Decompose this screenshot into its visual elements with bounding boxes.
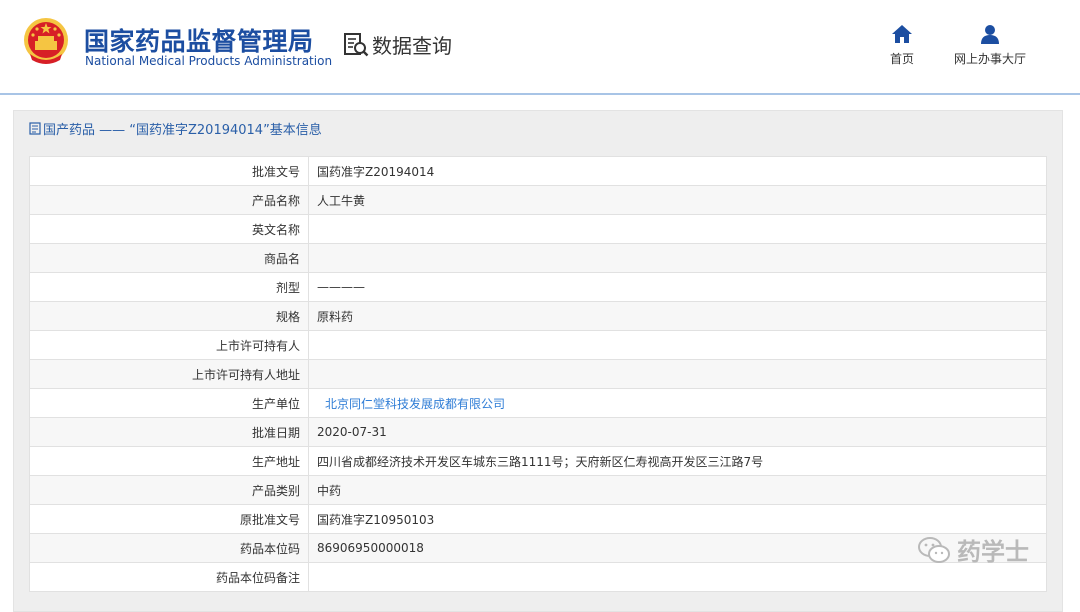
- drug-info-panel: 国产药品 —— “国药准字Z20194014”基本信息 批准文号 国药准字Z201…: [13, 110, 1063, 612]
- table-row: 批准文号 国药准字Z20194014: [29, 156, 1047, 186]
- field-label: 产品类别: [29, 475, 309, 505]
- field-label: 生产单位: [29, 388, 309, 418]
- table-row: 商品名: [29, 243, 1047, 273]
- field-value: 2020-07-31: [308, 417, 1047, 447]
- nav-home[interactable]: 首页: [884, 24, 920, 67]
- brand-subtitle: National Medical Products Administration: [85, 54, 333, 68]
- manufacturer-link[interactable]: 北京同仁堂科技发展成都有限公司: [325, 397, 505, 411]
- field-value: 国药准字Z10950103: [308, 504, 1047, 534]
- wechat-watermark: 药学士: [917, 532, 1029, 567]
- table-row: 生产地址 四川省成都经济技术开发区车城东三路1111号；天府新区仁寿视高开发区三江…: [29, 446, 1047, 476]
- wechat-icon: [918, 536, 950, 563]
- field-label: 原批准文号: [29, 504, 309, 534]
- field-value: [308, 359, 1047, 389]
- field-label: 批准日期: [29, 417, 309, 447]
- brand-title: 国家药品监督管理局: [84, 27, 314, 56]
- nav-online-office-label: 网上办事大厅: [953, 52, 1026, 66]
- nav-online-office[interactable]: 网上办事大厅: [948, 24, 1032, 67]
- table-row: 英文名称: [29, 214, 1047, 244]
- field-value: 原料药: [308, 301, 1047, 331]
- field-label: 上市许可持有人: [29, 330, 309, 360]
- field-label: 上市许可持有人地址: [29, 359, 309, 389]
- field-value: 北京同仁堂科技发展成都有限公司: [308, 388, 1047, 418]
- field-value: 中药: [308, 475, 1047, 505]
- drug-info-table: 批准文号 国药准字Z20194014 产品名称 人工牛黄 英文名称 商品名 剂型 ——…: [29, 156, 1047, 592]
- table-row: 产品名称 人工牛黄: [29, 185, 1047, 215]
- field-value: ————: [308, 272, 1047, 302]
- field-label: 药品本位码备注: [29, 562, 309, 592]
- field-label: 生产地址: [29, 446, 309, 476]
- field-value: 国药准字Z20194014: [308, 156, 1047, 186]
- user-icon: [981, 25, 999, 44]
- site-header: 国家药品监督管理局 National Medical Products Admi…: [0, 0, 1080, 92]
- panel-title: 国产药品 —— “国药准字Z20194014”基本信息: [29, 119, 322, 138]
- table-row: 上市许可持有人: [29, 330, 1047, 360]
- field-value: 四川省成都经济技术开发区车城东三路1111号；天府新区仁寿视高开发区三江路7号: [308, 446, 1047, 476]
- field-value: [308, 214, 1047, 244]
- table-row: 药品本位码 86906950000018: [29, 533, 1047, 563]
- table-row: 原批准文号 国药准字Z10950103: [29, 504, 1047, 534]
- data-query-icon: [344, 33, 369, 57]
- field-label: 规格: [29, 301, 309, 331]
- table-row: 批准日期 2020-07-31: [29, 417, 1047, 447]
- field-label: 批准文号: [29, 156, 309, 186]
- watermark-text: 药学士: [957, 538, 1029, 566]
- home-icon: [892, 25, 912, 43]
- field-value: 人工牛黄: [308, 185, 1047, 215]
- field-label: 产品名称: [29, 185, 309, 215]
- field-label: 剂型: [29, 272, 309, 302]
- field-value: [308, 243, 1047, 273]
- nav-home-label: 首页: [889, 52, 914, 66]
- data-query-title: 数据查询: [372, 34, 452, 58]
- document-icon: [29, 122, 41, 135]
- national-emblem-icon: [24, 18, 68, 64]
- table-row: 生产单位 北京同仁堂科技发展成都有限公司: [29, 388, 1047, 418]
- table-row: 药品本位码备注: [29, 562, 1047, 592]
- table-row: 产品类别 中药: [29, 475, 1047, 505]
- table-row: 上市许可持有人地址: [29, 359, 1047, 389]
- panel-title-text: 国产药品 —— “国药准字Z20194014”基本信息: [43, 123, 322, 138]
- field-label: 商品名: [29, 243, 309, 273]
- field-value: [308, 330, 1047, 360]
- header-divider: [0, 93, 1080, 95]
- table-row: 规格 原料药: [29, 301, 1047, 331]
- table-row: 剂型 ————: [29, 272, 1047, 302]
- field-label: 药品本位码: [29, 533, 309, 563]
- field-label: 英文名称: [29, 214, 309, 244]
